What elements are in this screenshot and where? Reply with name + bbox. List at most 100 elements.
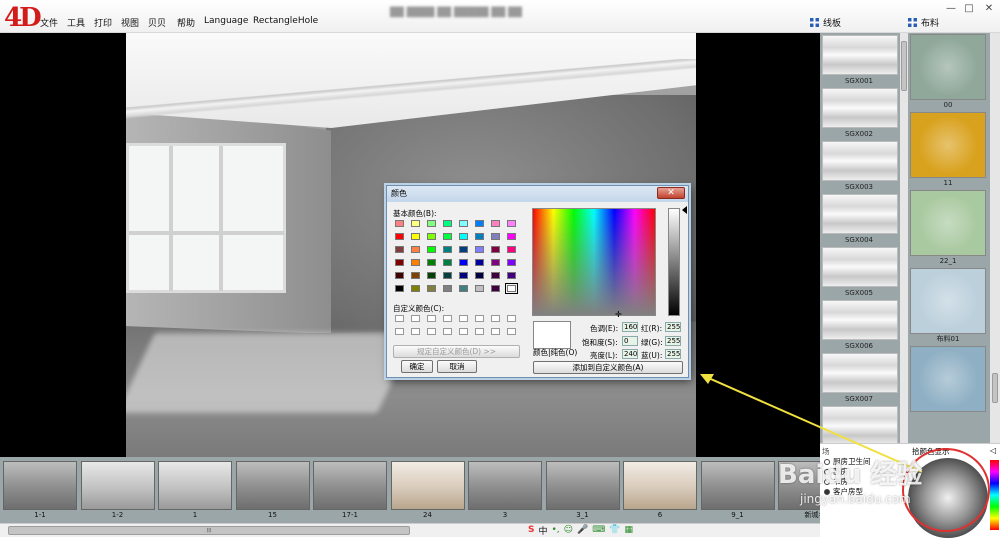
color-swatch[interactable] [459, 285, 468, 292]
color-swatch[interactable] [507, 220, 516, 227]
skin-icon[interactable]: 👕 [609, 525, 620, 535]
hue-strip[interactable] [990, 460, 999, 530]
color-swatch[interactable] [475, 220, 484, 227]
custom-color-slot[interactable] [443, 328, 452, 335]
scene-thumbnail[interactable]: 24 [390, 461, 465, 521]
custom-color-slot[interactable] [507, 328, 516, 335]
color-swatch[interactable] [475, 246, 484, 253]
custom-color-slot[interactable] [411, 315, 420, 322]
scene-thumbnail[interactable]: 6 [623, 461, 697, 521]
trim-item[interactable]: SGX001 [820, 34, 898, 87]
color-swatch[interactable] [491, 246, 500, 253]
close-window-button[interactable]: ✕ [982, 3, 996, 15]
color-swatch[interactable] [443, 220, 452, 227]
punctuation-icon[interactable]: •, [552, 525, 560, 535]
menu-view[interactable]: 视图 [121, 16, 139, 29]
fabric-scrollbar[interactable] [990, 33, 1000, 457]
microphone-icon[interactable]: 🎤 [577, 525, 588, 535]
trim-scroll-thumb[interactable] [901, 41, 907, 91]
sogou-icon[interactable]: S [528, 525, 534, 535]
color-swatch[interactable] [411, 285, 420, 292]
color-swatch[interactable] [491, 233, 500, 240]
scene-thumbnail[interactable]: 15 [235, 461, 310, 521]
menu-beibei[interactable]: 贝贝 [148, 16, 166, 29]
custom-color-slot[interactable] [427, 315, 436, 322]
green-input[interactable]: 255 [665, 336, 681, 346]
color-swatch[interactable] [491, 259, 500, 266]
custom-color-slot[interactable] [491, 315, 500, 322]
custom-color-slot[interactable] [475, 328, 484, 335]
custom-color-slot[interactable] [427, 328, 436, 335]
color-swatch[interactable] [427, 246, 436, 253]
trim-item[interactable]: SGX003 [820, 140, 898, 193]
scene-thumbnail[interactable]: 17-1 [313, 461, 387, 521]
trim-item[interactable]: SGX004 [820, 193, 898, 246]
dialog-titlebar[interactable]: 颜色 ✕ [387, 186, 688, 202]
color-swatch[interactable] [427, 233, 436, 240]
color-swatch[interactable] [395, 259, 404, 266]
menu-help[interactable]: 帮助 [177, 16, 195, 29]
color-swatch[interactable] [411, 246, 420, 253]
custom-color-slot[interactable] [491, 328, 500, 335]
color-swatch[interactable] [475, 259, 484, 266]
menu-tools[interactable]: 工具 [67, 16, 85, 29]
fabric-scroll-thumb[interactable] [992, 373, 998, 403]
fabric-item[interactable]: 11 [910, 112, 986, 188]
add-custom-color-button[interactable]: 添加到自定义颜色(A) [533, 361, 683, 374]
color-swatch[interactable] [507, 233, 516, 240]
color-swatch[interactable] [443, 272, 452, 279]
fabric-item[interactable]: 22_1 [910, 190, 986, 266]
custom-color-slot[interactable] [411, 328, 420, 335]
luminance-slider[interactable] [668, 208, 680, 316]
menu-print[interactable]: 打印 [94, 16, 112, 29]
keyboard-icon[interactable]: ⌨ [592, 525, 605, 535]
chinese-mode-icon[interactable]: 中 [538, 524, 547, 537]
color-swatch[interactable] [395, 285, 404, 292]
custom-color-slot[interactable] [475, 315, 484, 322]
color-swatch[interactable] [411, 220, 420, 227]
color-swatch[interactable] [491, 272, 500, 279]
color-swatch[interactable] [507, 259, 516, 266]
color-swatch[interactable] [475, 272, 484, 279]
scene-thumbnail[interactable]: 1-1 [3, 461, 77, 521]
color-swatch[interactable] [459, 272, 468, 279]
tab-fabrics[interactable]: 布料 [908, 16, 939, 29]
fabric-item[interactable]: 00 [910, 34, 986, 110]
blue-input[interactable]: 255 [665, 349, 681, 359]
color-swatch[interactable] [459, 259, 468, 266]
color-swatch[interactable] [491, 220, 500, 227]
color-swatch[interactable] [443, 233, 452, 240]
luminance-input[interactable]: 240 [622, 349, 638, 359]
color-swatch[interactable] [411, 233, 420, 240]
luminance-arrow-icon[interactable] [682, 206, 687, 214]
horizontal-scroll-thumb[interactable]: ⦙⦙⦙ [8, 526, 410, 535]
color-swatch[interactable] [411, 272, 420, 279]
scene-thumbnail[interactable]: 3 [468, 461, 542, 521]
red-input[interactable]: 255 [665, 322, 681, 332]
hue-input[interactable]: 160 [622, 322, 638, 332]
saturation-input[interactable]: 0 [622, 336, 638, 346]
menu-rectanglehole[interactable]: RectangleHole [253, 16, 318, 26]
color-swatch[interactable] [443, 285, 452, 292]
trim-item[interactable]: SGX005 [820, 246, 898, 299]
custom-color-slot[interactable] [507, 315, 516, 322]
color-swatch[interactable] [427, 285, 436, 292]
scene-thumbnail[interactable]: 1-2 [80, 461, 155, 521]
color-swatch[interactable] [395, 220, 404, 227]
custom-color-slot[interactable] [459, 328, 468, 335]
minimize-button[interactable]: — [944, 3, 958, 15]
toolbox-icon[interactable]: ▦ [625, 525, 634, 535]
collapse-arrow-icon[interactable]: ◁ [990, 446, 996, 455]
color-swatch[interactable] [427, 220, 436, 227]
trim-item[interactable]: SGX006 [820, 299, 898, 352]
maximize-button[interactable]: □ [962, 3, 976, 15]
color-swatch[interactable] [395, 246, 404, 253]
ok-button[interactable]: 确定 [401, 360, 433, 373]
color-swatch[interactable] [507, 272, 516, 279]
color-spectrum[interactable] [532, 208, 656, 316]
menu-language[interactable]: Language [204, 16, 248, 26]
scene-thumbnail[interactable]: 1 [158, 461, 232, 521]
color-swatch[interactable] [459, 220, 468, 227]
horizontal-scrollbar[interactable]: ⦙⦙⦙ [0, 523, 820, 537]
color-swatch[interactable] [491, 285, 500, 292]
